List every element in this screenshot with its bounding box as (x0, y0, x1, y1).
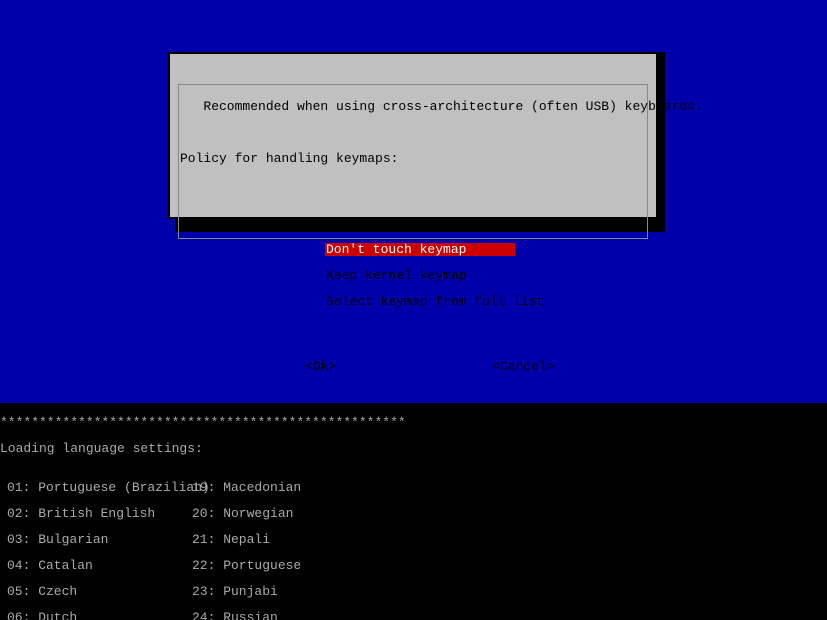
console-output: ****************************************… (0, 403, 827, 620)
language-columns: 01: Portuguese (Brazilian) 02: British E… (0, 468, 827, 620)
blank-line (180, 178, 646, 191)
dialog-button-row: <Ok> <Cancel> (180, 360, 646, 373)
keymap-option-arch-list[interactable]: Select keymap from arch list (325, 217, 515, 230)
keymap-option-dont-touch[interactable]: Don't touch keymap (325, 243, 515, 256)
loading-label: Loading language settings: (0, 442, 827, 455)
language-option: 03: Bulgarian (7, 533, 192, 546)
keymap-option-full-list[interactable]: Select keymap from full list (325, 295, 515, 308)
keymap-option-list: Select keymap from arch list Don't touch… (325, 204, 646, 321)
dialog-policy-label: Policy for handling keymaps: (180, 152, 646, 165)
language-option: 23: Punjabi (192, 585, 377, 598)
language-option: 19: Macedonian (192, 481, 377, 494)
language-option: 05: Czech (7, 585, 192, 598)
dialog-inner: Recommended when using cross-architectur… (178, 84, 648, 239)
blank-line (180, 126, 646, 139)
language-column-2: 19: Macedonian 20: Norwegian 21: Nepali … (192, 468, 377, 620)
language-option: 24: Russian (192, 611, 377, 620)
language-column-1: 01: Portuguese (Brazilian) 02: British E… (7, 468, 192, 620)
language-option: 01: Portuguese (Brazilian) (7, 481, 192, 494)
language-option: 21: Nepali (192, 533, 377, 546)
ok-button[interactable]: <Ok> (305, 360, 336, 373)
language-option: 22: Portuguese (192, 559, 377, 572)
language-option: 06: Dutch (7, 611, 192, 620)
language-option: 02: British English (7, 507, 192, 520)
separator-line: ****************************************… (0, 416, 827, 429)
language-option: 04: Catalan (7, 559, 192, 572)
installer-upper-region: Recommended when using cross-architectur… (0, 52, 827, 377)
keymap-option-keep-kernel[interactable]: Keep kernel keymap (325, 269, 515, 282)
language-option: 20: Norwegian (192, 507, 377, 520)
cancel-button[interactable]: <Cancel> (492, 360, 554, 373)
dialog-hint-text: Recommended when using cross-architectur… (180, 100, 646, 113)
keymap-policy-dialog: Recommended when using cross-architectur… (168, 52, 658, 219)
